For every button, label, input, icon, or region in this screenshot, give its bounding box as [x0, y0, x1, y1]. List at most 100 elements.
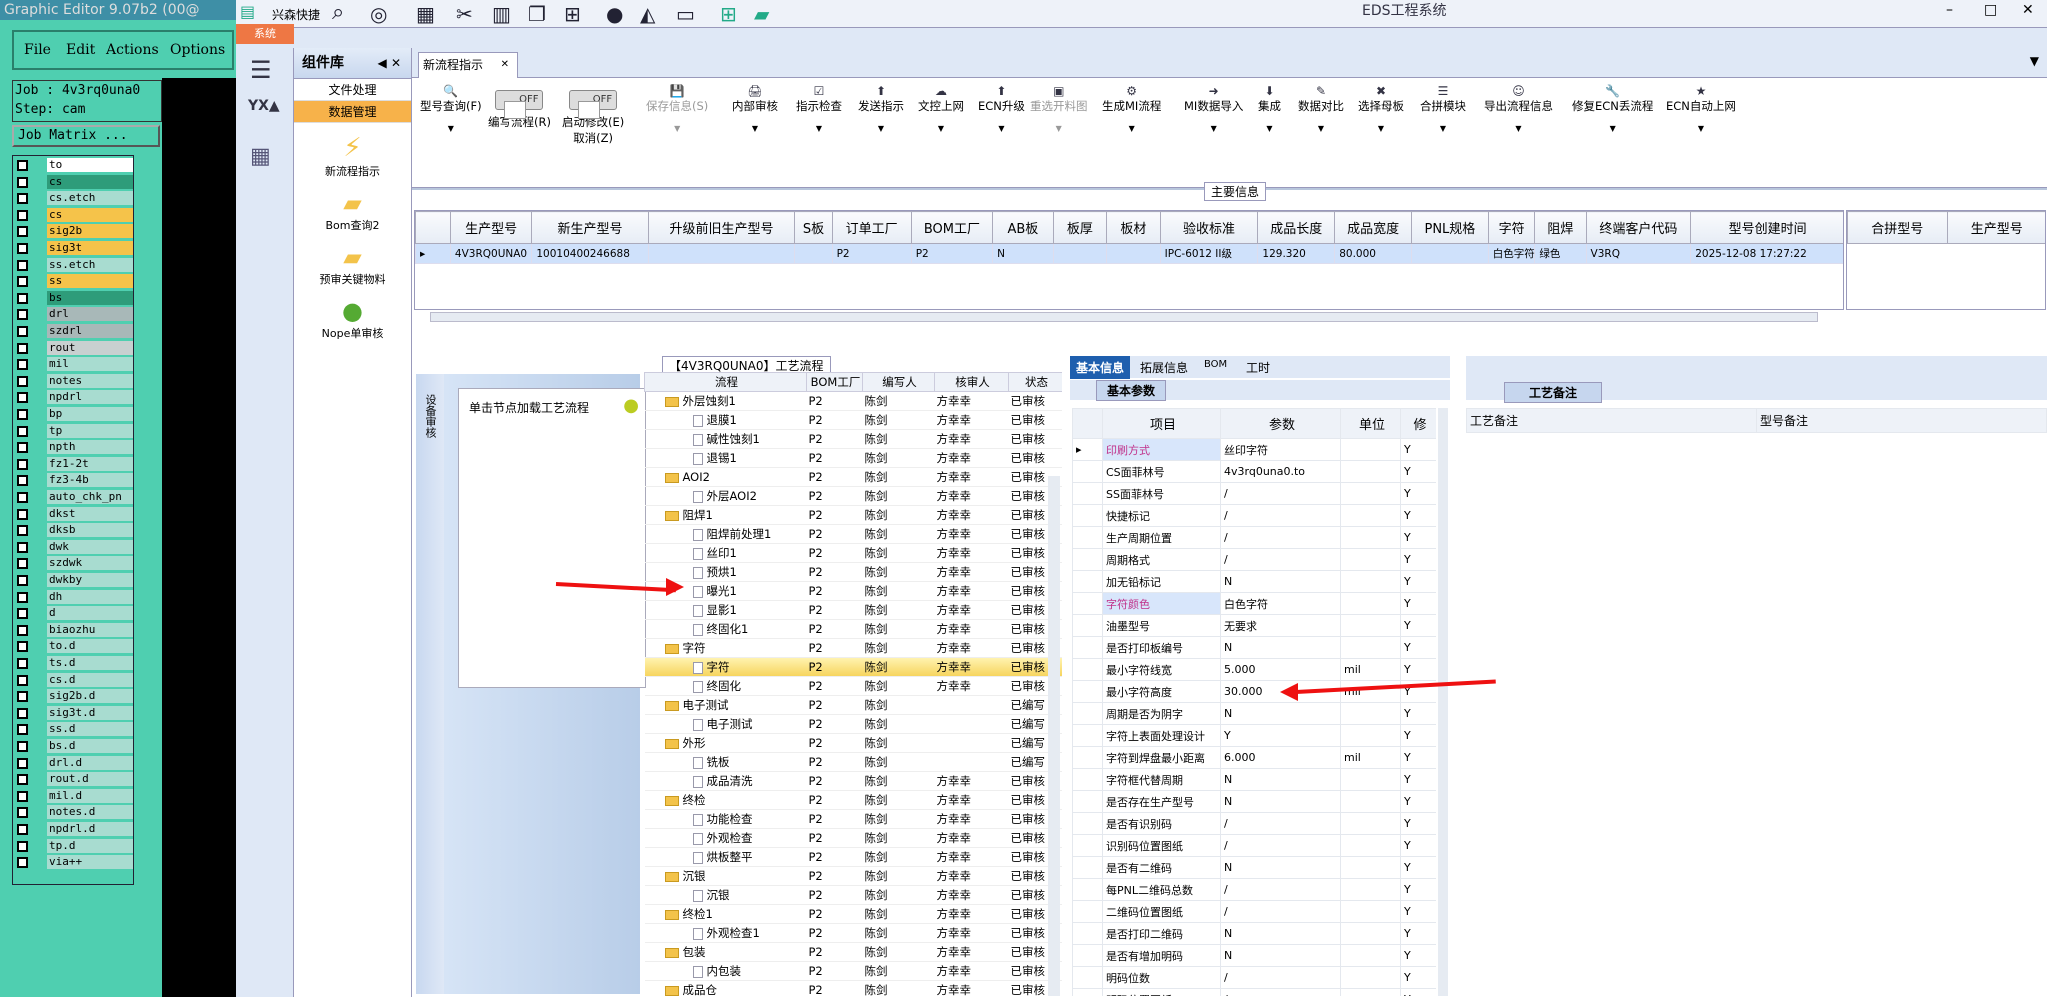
- layer-row[interactable]: d: [13, 606, 135, 621]
- chart-icon[interactable]: ◭: [640, 2, 655, 26]
- grid-cell[interactable]: [1411, 243, 1489, 264]
- param-value[interactable]: 白色字符: [1220, 592, 1341, 615]
- tree-row[interactable]: 外层蚀刻1 P2 陈剑 方幸幸 已审核: [644, 391, 1062, 411]
- tree-row[interactable]: 终固化1 P2 陈剑 方幸幸 已审核: [644, 619, 1062, 639]
- file-processing-button[interactable]: 文件处理: [294, 79, 411, 101]
- grid-cell[interactable]: P2: [831, 243, 912, 264]
- tree-row[interactable]: 电子测试 P2 陈剑 已编写: [644, 695, 1062, 715]
- layer-checkbox[interactable]: [17, 160, 28, 171]
- layer-checkbox[interactable]: [17, 176, 28, 188]
- tree-row[interactable]: 显影1 P2 陈剑 方幸幸 已审核: [644, 600, 1062, 620]
- side-tab[interactable]: 设备审核: [416, 374, 444, 994]
- layer-row[interactable]: to.d: [13, 639, 135, 654]
- dropdown-caret-icon[interactable]: ▼: [1184, 124, 1243, 133]
- param-row[interactable]: 二维码位置图纸 / Y: [1072, 900, 1436, 923]
- chevron-down-icon[interactable]: ▼: [2030, 54, 2039, 68]
- tree-node[interactable]: 内包装: [644, 961, 807, 981]
- param-value[interactable]: 4v3rq0una0.to: [1220, 460, 1341, 483]
- column-header[interactable]: 参数: [1220, 408, 1341, 439]
- tree-row[interactable]: 电子测试 P2 陈剑 已编写: [644, 714, 1062, 734]
- layer-checkbox[interactable]: [17, 608, 28, 620]
- tree-row[interactable]: 字符 P2 陈剑 方幸幸 已审核: [644, 638, 1062, 658]
- layer-checkbox[interactable]: [17, 757, 28, 769]
- layer-row[interactable]: ss: [13, 274, 135, 289]
- tree-row[interactable]: 包装 P2 陈剑 方幸幸 已审核: [644, 942, 1062, 962]
- grid-cell[interactable]: N: [992, 243, 1054, 264]
- menu-file[interactable]: File: [24, 42, 51, 58]
- param-row[interactable]: 明码位置图纸/ Y: [1072, 988, 1436, 996]
- tree-row[interactable]: 外层AOI2 P2 陈剑 方幸幸 已审核: [644, 486, 1062, 506]
- layer-row[interactable]: npdrl.d: [13, 822, 135, 836]
- grid-cell[interactable]: IPC-6012 II级: [1159, 243, 1259, 264]
- param-row[interactable]: 是否有识别码 / Y: [1072, 812, 1436, 835]
- tree-node[interactable]: 铣板: [644, 752, 807, 772]
- layer-checkbox[interactable]: [17, 658, 28, 669]
- column-header[interactable]: 生产型号: [1946, 211, 2045, 244]
- tree-node[interactable]: 外层AOI2: [644, 486, 807, 506]
- toolbar-button-0[interactable]: 🔍 型号查询(F) ▼: [420, 84, 482, 133]
- layer-checkbox[interactable]: [17, 591, 28, 603]
- param-row[interactable]: 识别码位置图纸 / Y: [1072, 834, 1436, 857]
- dropdown-caret-icon[interactable]: ▼: [978, 124, 1025, 133]
- grid-cell[interactable]: [1052, 243, 1108, 264]
- layer-checkbox[interactable]: [17, 790, 28, 802]
- system-menu-button[interactable]: 系统: [236, 24, 294, 44]
- tree-node[interactable]: 电子测试: [644, 695, 807, 715]
- tree-row[interactable]: 终检 P2 陈剑 方幸幸 已审核: [644, 790, 1062, 810]
- layer-row[interactable]: fz3-4b: [13, 473, 135, 488]
- layer-row[interactable]: cs.d: [13, 672, 135, 687]
- param-row[interactable]: ▸ 印刷方式 丝印字符 Y: [1072, 438, 1436, 461]
- dropdown-caret-icon[interactable]: ▼: [1484, 124, 1553, 133]
- grid-cell[interactable]: 绿色: [1534, 243, 1587, 264]
- dropdown-caret-icon[interactable]: ▼: [1666, 124, 1736, 133]
- layer-row[interactable]: sig3t: [13, 241, 135, 255]
- tree-node[interactable]: 包装: [644, 942, 807, 962]
- tree-row[interactable]: 铣板 P2 陈剑 已编写: [644, 752, 1062, 772]
- layer-checkbox[interactable]: [17, 857, 28, 869]
- column-header[interactable]: BOM工厂: [806, 372, 863, 392]
- layer-row[interactable]: rout: [13, 340, 135, 355]
- param-row[interactable]: 每PNL二维码总数 / Y: [1072, 878, 1436, 901]
- film-icon[interactable]: ▥: [492, 2, 511, 26]
- layer-row[interactable]: to: [13, 158, 135, 172]
- param-row[interactable]: CS面菲林号 4v3rq0una0.to Y: [1072, 460, 1436, 483]
- param-row[interactable]: 是否打印板编号 N Y: [1072, 636, 1436, 659]
- layer-checkbox[interactable]: [17, 525, 28, 537]
- lib-item-nope-review[interactable]: ● Nope单审核: [294, 297, 411, 341]
- layer-checkbox[interactable]: [17, 309, 28, 321]
- toolbar-button-12[interactable]: ⬇ 集成 ▼: [1258, 84, 1281, 133]
- tree-node[interactable]: 沉银: [644, 866, 807, 886]
- grid-cell[interactable]: 10010400246688: [531, 243, 649, 264]
- toolbar-button-4[interactable]: 🖨 内部审核 ▼: [732, 84, 778, 133]
- param-value[interactable]: /: [1220, 900, 1341, 923]
- layer-row[interactable]: sig3t.d: [13, 705, 135, 720]
- column-header[interactable]: S板: [794, 211, 833, 244]
- tree-node[interactable]: 成品清洗: [644, 771, 807, 791]
- layer-checkbox[interactable]: [17, 558, 28, 570]
- layer-row[interactable]: dh: [13, 589, 135, 604]
- layer-row[interactable]: ss.etch: [13, 257, 135, 272]
- toolbar-button-18[interactable]: ★ ECN自动上网 ▼: [1666, 84, 1736, 133]
- tab-process-remark[interactable]: 工艺备注: [1504, 382, 1603, 403]
- tree-row[interactable]: 预烘1 P2 陈剑 方幸幸 已审核: [644, 562, 1062, 582]
- grid-cell[interactable]: 80.000: [1334, 243, 1412, 264]
- toolbar-button-7[interactable]: ☁ 文控上网 ▼: [918, 84, 964, 133]
- tree-row[interactable]: 阻焊1 P2 陈剑 方幸幸 已审核: [644, 505, 1062, 525]
- dropdown-caret-icon[interactable]: ▼: [1298, 124, 1344, 133]
- toolbar-button-17[interactable]: 🔧 修复ECN丢流程 ▼: [1572, 84, 1653, 133]
- dropdown-caret-icon[interactable]: ▼: [420, 124, 482, 133]
- tab-hours[interactable]: 工时: [1246, 359, 1270, 376]
- param-row[interactable]: 加无铅标记 N Y: [1072, 570, 1436, 593]
- layer-row[interactable]: bs.d: [13, 739, 135, 753]
- layer-row[interactable]: bp: [13, 407, 135, 421]
- tree-node[interactable]: AOI2: [644, 467, 807, 487]
- dropdown-caret-icon[interactable]: ▼: [1258, 124, 1281, 133]
- dropdown-caret-icon[interactable]: ▼: [1358, 124, 1404, 133]
- column-header[interactable]: 流程: [644, 372, 807, 392]
- calculator-icon[interactable]: ▦: [250, 144, 271, 169]
- layer-row[interactable]: rout.d: [13, 772, 135, 787]
- param-value[interactable]: N: [1220, 922, 1341, 945]
- tree-row[interactable]: 字符 P2 陈剑 方幸幸 已审核: [644, 657, 1062, 677]
- layer-row[interactable]: mil: [13, 357, 135, 372]
- param-value[interactable]: N: [1220, 570, 1341, 593]
